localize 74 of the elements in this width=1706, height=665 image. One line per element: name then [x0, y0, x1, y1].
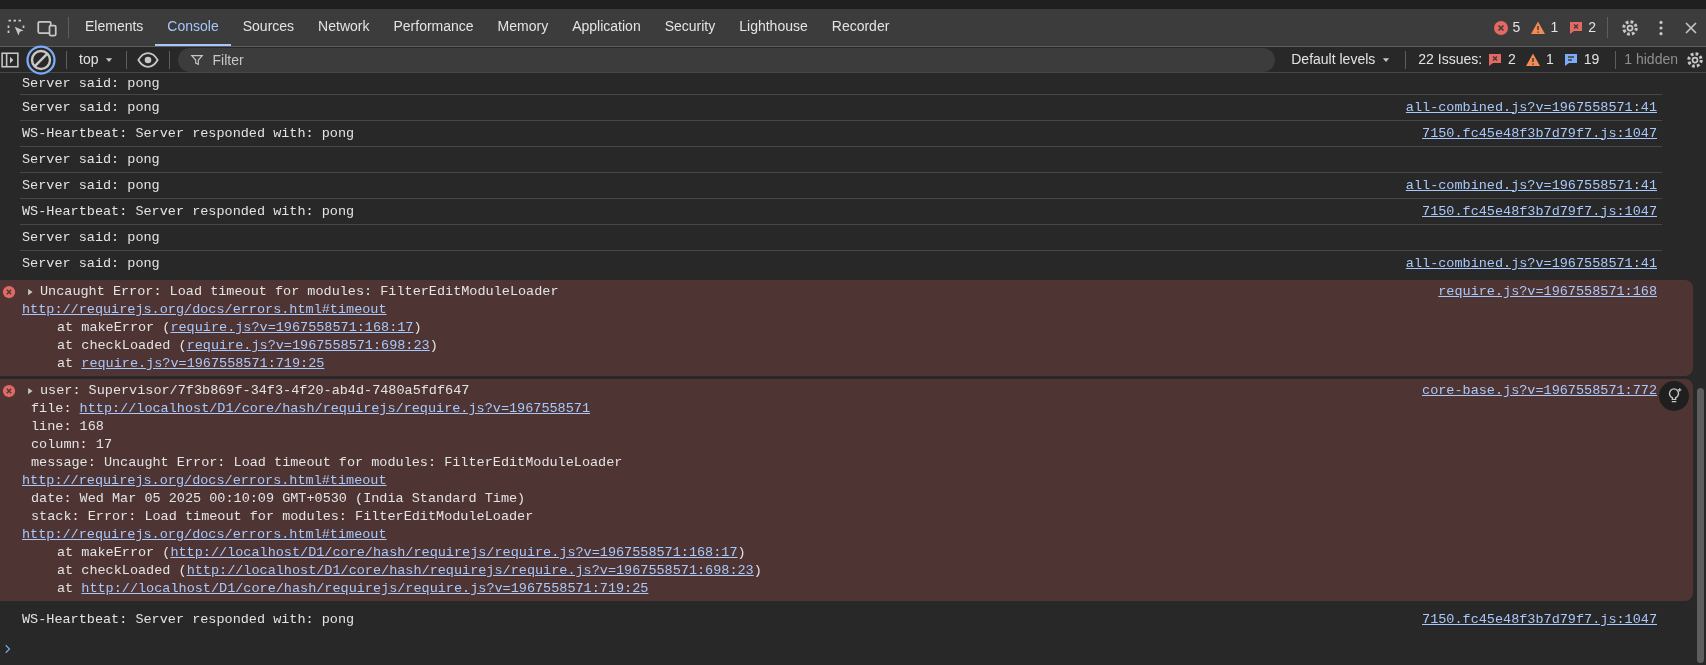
- log-message: WS-Heartbeat: Server responded with: pong: [21, 611, 355, 629]
- error-text: file: http://localhost/D1/core/hash/requirejs/require.js?v=1967558571: [31, 400, 590, 418]
- panel-tab[interactable]: Application: [560, 9, 653, 46]
- source-link[interactable]: http://localhost/D1/core/hash/requirejs/require.js?v=1967558571:168:17: [170, 545, 738, 560]
- scrollbar-thumb[interactable]: [1697, 388, 1704, 663]
- error-text: message: Uncaught Error: Load timeout for modules: FilterEditModuleLoader: [31, 454, 623, 472]
- log-message: Server said: pong: [21, 228, 160, 247]
- source-link[interactable]: http://requirejs.org/docs/errors.html#timeout: [22, 302, 387, 317]
- source-link[interactable]: require.js?v=1967558571:168:17: [170, 320, 414, 335]
- panel-tab[interactable]: Lighthouse: [727, 9, 820, 46]
- source-link[interactable]: require.js?v=1967558571:698:23: [186, 338, 430, 353]
- source-link[interactable]: http://requirejs.org/docs/errors.html#timeout: [22, 527, 387, 542]
- log-levels-dropdown[interactable]: Default levels: [1285, 49, 1398, 70]
- count-indicator[interactable]: 5: [1487, 9, 1526, 46]
- message-icon: [1562, 51, 1579, 68]
- source-link[interactable]: http://localhost/D1/core/hash/requirejs/require.js?v=1967558571:719:25: [81, 581, 649, 596]
- error-text: at makeError (http://localhost/D1/core/hash/requirejs/require.js?v=1967558571:168:17): [57, 544, 746, 562]
- log-message: Server said: pong: [21, 74, 160, 93]
- log-message: Server said: pong: [21, 150, 160, 169]
- error-text: at http://localhost/D1/core/hash/requirejs/require.js?v=1967558571:719:25: [57, 580, 649, 598]
- source-link[interactable]: 7150.fc45e48f3b7d79f7.js:1047: [1422, 202, 1662, 221]
- panel-tab[interactable]: Network: [306, 9, 382, 46]
- source-link[interactable]: http://localhost/D1/core/hash/requirejs/require.js?v=1967558571: [79, 401, 590, 416]
- clear-console-icon[interactable]: [24, 44, 58, 75]
- warning-icon: [1524, 51, 1541, 68]
- error-text: at checkLoaded (require.js?v=1967558571:698:23): [57, 337, 438, 355]
- source-link[interactable]: http://requirejs.org/docs/errors.html#timeout: [22, 473, 387, 488]
- panel-tab[interactable]: Elements: [73, 9, 156, 46]
- panel-tab[interactable]: Memory: [485, 9, 561, 46]
- insights-button[interactable]: [1659, 381, 1689, 411]
- log-message: WS-Heartbeat: Server responded with: pong: [21, 124, 355, 143]
- panel-tab[interactable]: Sources: [230, 9, 307, 46]
- hidden-count: 1 hidden: [1624, 50, 1679, 69]
- error-text: user: Supervisor/7f3b869f-34f3-4f20-ab4d-7480a5fdf647: [40, 382, 470, 400]
- filter-icon: [190, 52, 205, 67]
- panel-tab[interactable]: Security: [652, 9, 728, 46]
- log-message: WS-Heartbeat: Server responded with: pong: [21, 202, 355, 221]
- error-icon: [2, 384, 16, 398]
- issue-icon: [1568, 19, 1585, 36]
- error-text: column: 17: [31, 436, 112, 454]
- count-indicator[interactable]: 1: [1525, 9, 1564, 46]
- error-text: date: Wed Mar 05 2025 00:10:09 GMT+0530 (India Standard Time): [31, 490, 526, 508]
- count-indicator[interactable]: 2: [1563, 9, 1601, 46]
- source-link[interactable]: 7150.fc45e48f3b7d79f7.js:1047: [1422, 124, 1662, 143]
- filter-field[interactable]: Filter: [178, 47, 1276, 72]
- expand-triangle-icon[interactable]: [25, 287, 35, 297]
- source-link[interactable]: require.js?v=1967558571:719:25: [81, 356, 325, 371]
- sidebar-toggle-icon[interactable]: [0, 50, 20, 69]
- error-text: Uncaught Error: Load timeout for modules: FilterEditModuleLoader: [40, 283, 559, 301]
- source-link[interactable]: core-base.js?v=1967558571:772: [1422, 382, 1657, 400]
- error-text: at checkLoaded (http://localhost/D1/core/hash/requirejs/require.js?v=1967558571:698:23): [57, 562, 762, 580]
- error-text: at makeError (require.js?v=1967558571:168:17): [57, 319, 422, 337]
- panel-tab[interactable]: Performance: [381, 9, 486, 46]
- log-message: Server said: pong: [21, 98, 160, 117]
- source-link[interactable]: 7150.fc45e48f3b7d79f7.js:1047: [1422, 611, 1662, 629]
- context-dropdown[interactable]: top: [75, 49, 119, 70]
- settings-icon[interactable]: [1684, 49, 1706, 70]
- error-icon: [1492, 19, 1509, 36]
- source-link[interactable]: all-combined.js?v=1967558571:41: [1405, 255, 1662, 273]
- expand-triangle-icon[interactable]: [25, 386, 35, 396]
- panel-tab[interactable]: Recorder: [819, 9, 902, 46]
- error-text: at require.js?v=1967558571:719:25: [57, 355, 325, 373]
- error-text: line: 168: [31, 418, 104, 436]
- issue-icon: [1487, 51, 1504, 68]
- log-message: Server said: pong: [21, 255, 160, 273]
- issues-button[interactable]: 22 Issues: 2 1 19: [1414, 49, 1608, 70]
- log-message: Server said: pong: [21, 176, 160, 195]
- error-text: stack: Error: Load timeout for modules: FilterEditModuleLoader: [31, 508, 534, 526]
- warning-icon: [1530, 19, 1547, 36]
- source-link[interactable]: all-combined.js?v=1967558571:41: [1405, 176, 1662, 195]
- source-link[interactable]: all-combined.js?v=1967558571:41: [1405, 98, 1662, 117]
- error-icon: [2, 285, 16, 299]
- source-link[interactable]: require.js?v=1967558571:168: [1438, 283, 1657, 301]
- source-link[interactable]: http://localhost/D1/core/hash/requirejs/require.js?v=1967558571:698:23: [186, 563, 754, 578]
